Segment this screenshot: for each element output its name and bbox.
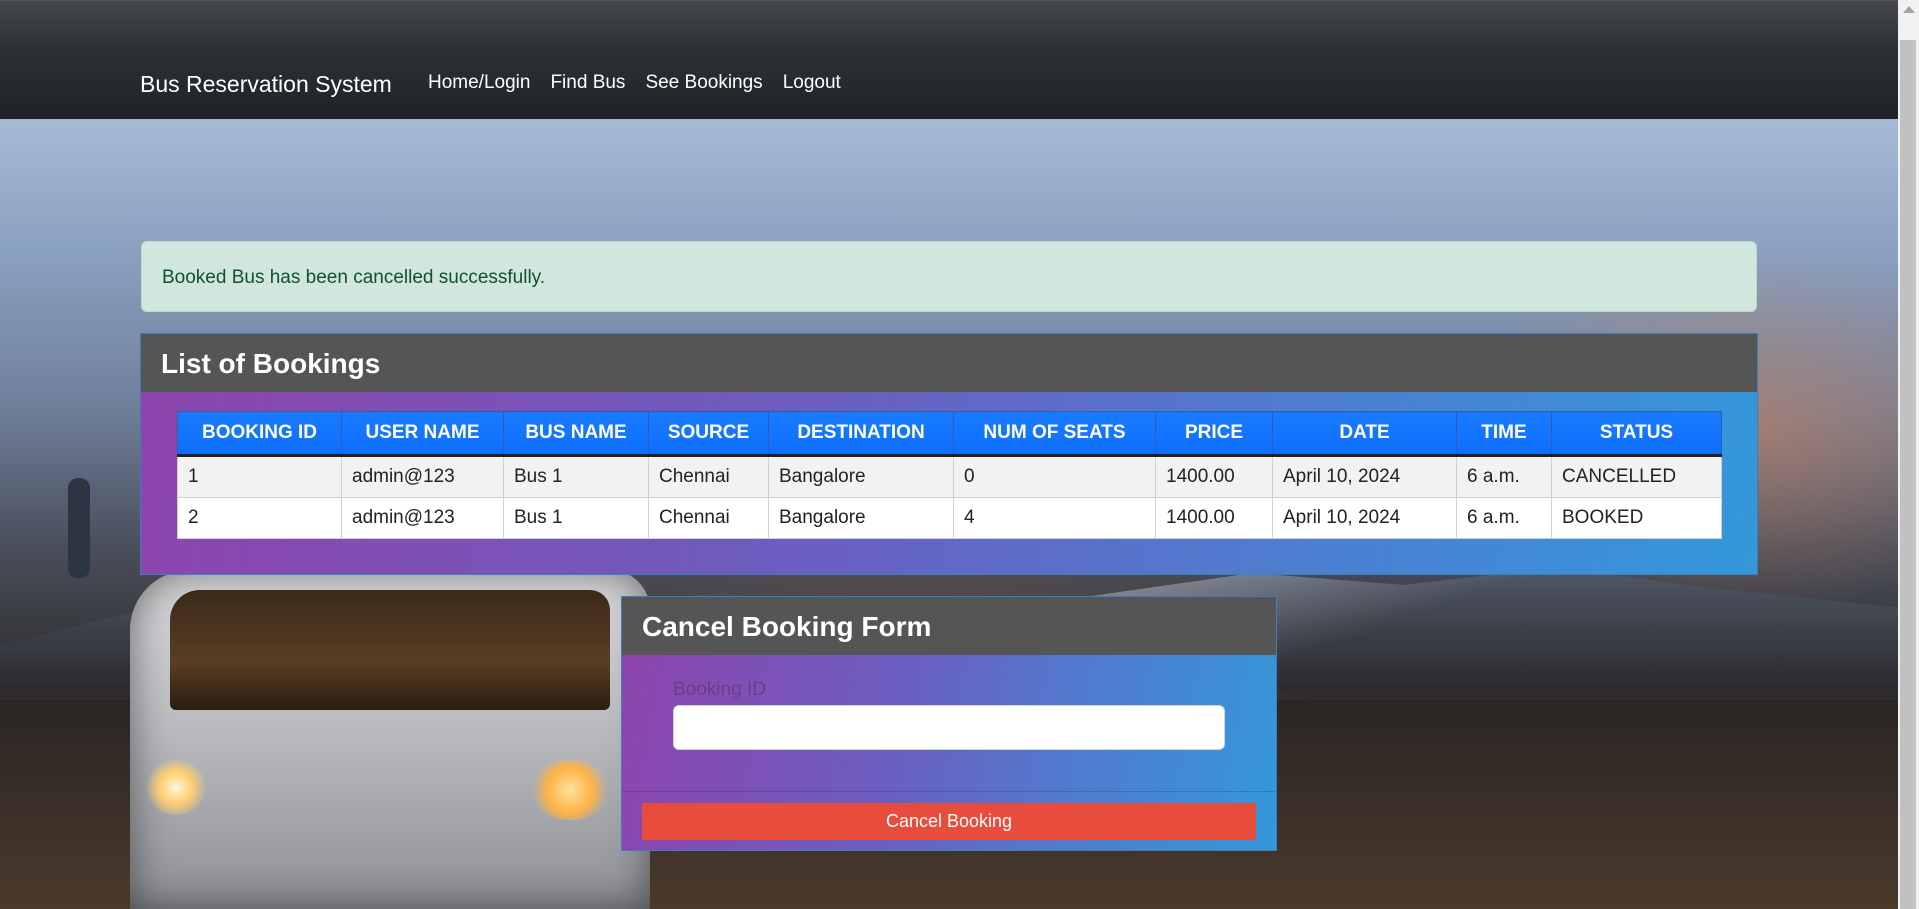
cell-status: CANCELLED [1551,455,1722,498]
bookings-card: List of Bookings BOOKING ID USER NAME BU… [140,333,1758,575]
cancel-booking-button[interactable]: Cancel Booking [642,803,1256,840]
scrollbar-thumb[interactable] [1900,40,1916,909]
column-header: USER NAME [341,411,504,457]
column-header: BUS NAME [503,411,649,457]
cell-date: April 10, 2024 [1272,497,1457,539]
cell-source: Chennai [648,455,769,498]
navbar-brand[interactable]: Bus Reservation System [140,71,392,98]
booking-id-input[interactable] [673,705,1225,750]
nav-link-home-login[interactable]: Home/Login [428,72,530,94]
column-header: PRICE [1155,411,1273,457]
scroll-up-arrow-icon[interactable] [1903,6,1915,13]
cell-user-name: admin@123 [341,497,504,539]
cell-num-of-seats: 4 [953,497,1156,539]
table-row: 1 admin@123 Bus 1 Chennai Bangalore 0 14… [177,455,1722,498]
cancel-form-title: Cancel Booking Form [622,597,1276,655]
success-alert: Booked Bus has been cancelled successful… [141,241,1757,312]
column-header: DATE [1272,411,1457,457]
cell-user-name: admin@123 [341,455,504,498]
nav-link-see-bookings[interactable]: See Bookings [645,72,762,94]
form-divider [622,791,1276,792]
booking-id-label: Booking ID [673,679,766,700]
cell-price: 1400.00 [1155,497,1273,539]
bus-mirror [68,478,90,578]
cell-bus-name: Bus 1 [503,497,649,539]
cell-date: April 10, 2024 [1272,455,1457,498]
table-header-row: BOOKING ID USER NAME BUS NAME SOURCE DES… [177,411,1722,457]
table-row: 2 admin@123 Bus 1 Chennai Bangalore 4 14… [177,497,1722,539]
cell-status: BOOKED [1551,497,1722,539]
column-header: DESTINATION [768,411,954,457]
cell-time: 6 a.m. [1456,455,1552,498]
bookings-card-title: List of Bookings [141,334,1757,392]
cell-destination: Bangalore [768,455,954,498]
nav-links: Home/Login Find Bus See Bookings Logout [428,72,841,94]
navbar: Bus Reservation System Home/Login Find B… [0,0,1898,119]
column-header: STATUS [1551,411,1722,457]
bus-headlight-right [530,760,610,820]
cell-booking-id: 1 [177,455,342,498]
cell-destination: Bangalore [768,497,954,539]
column-header: TIME [1456,411,1552,457]
cell-time: 6 a.m. [1456,497,1552,539]
cell-bus-name: Bus 1 [503,455,649,498]
cell-num-of-seats: 0 [953,455,1156,498]
column-header: SOURCE [648,411,769,457]
cell-source: Chennai [648,497,769,539]
bus-headlight-left [146,760,206,815]
cancel-booking-form: Cancel Booking Form Booking ID Cancel Bo… [621,596,1277,851]
bus-window [170,590,610,710]
column-header: NUM OF SEATS [953,411,1156,457]
cell-price: 1400.00 [1155,455,1273,498]
bookings-table: BOOKING ID USER NAME BUS NAME SOURCE DES… [177,411,1722,539]
nav-link-find-bus[interactable]: Find Bus [550,72,625,94]
column-header: BOOKING ID [177,411,342,457]
bus-image [130,570,650,909]
nav-link-logout[interactable]: Logout [783,72,841,94]
cell-booking-id: 2 [177,497,342,539]
